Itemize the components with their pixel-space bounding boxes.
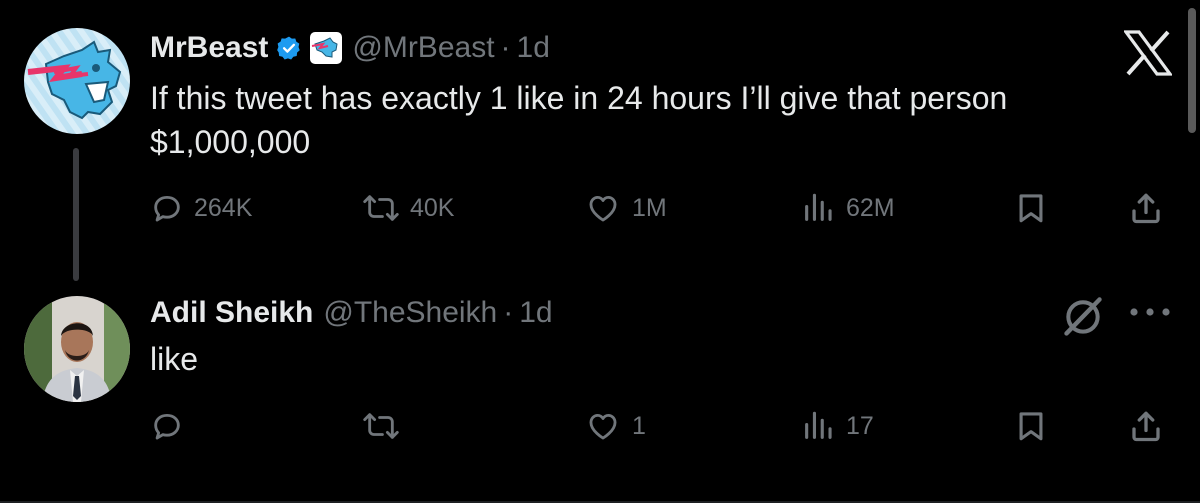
bookmark-button[interactable]	[1014, 406, 1048, 446]
more-icon[interactable]	[1128, 305, 1172, 323]
bookmark-icon	[1019, 194, 1043, 223]
reply-icon	[154, 413, 180, 440]
grok-icon[interactable]	[1061, 294, 1105, 343]
avatar[interactable]	[24, 28, 130, 134]
tweet-timestamp[interactable]: 1d	[517, 31, 550, 65]
reply-icon	[154, 195, 180, 222]
avatar[interactable]	[24, 296, 130, 402]
views-button[interactable]: 62M	[800, 188, 895, 228]
repost-icon	[363, 195, 399, 221]
mrbeast-logo-icon[interactable]	[310, 32, 343, 64]
tweet-text-line: If this tweet has exactly 1 like in 24 h…	[150, 80, 1008, 116]
bookmark-icon	[1019, 412, 1043, 441]
author-name[interactable]: Adil Sheikh	[150, 296, 313, 330]
repost-button[interactable]: 40K	[362, 188, 454, 228]
like-count: 1M	[632, 193, 667, 222]
tweet-header: MrBeast @MrBeast · 1d	[150, 30, 550, 66]
reply-button[interactable]	[150, 406, 194, 446]
separator-dot: ·	[503, 296, 514, 329]
share-button[interactable]	[1128, 406, 1164, 446]
tweet-text: If this tweet has exactly 1 like in 24 h…	[150, 76, 1150, 164]
adil-sheikh-avatar-image	[24, 296, 130, 402]
tweet-header: Adil Sheikh @TheSheikh · 1d	[150, 295, 553, 331]
views-count: 62M	[846, 193, 895, 222]
reply-button[interactable]: 264K	[150, 188, 252, 228]
repost-count: 40K	[410, 193, 455, 222]
like-button[interactable]: 1	[584, 406, 646, 446]
author-handle[interactable]: @TheSheikh	[323, 296, 497, 330]
share-icon	[1132, 193, 1160, 224]
tweet-reply[interactable]: Adil Sheikh @TheSheikh · 1d like 1 17	[0, 275, 1200, 503]
share-button[interactable]	[1128, 188, 1164, 228]
repost-icon	[363, 413, 399, 439]
tweet-timestamp[interactable]: 1d	[519, 296, 552, 330]
views-count: 17	[846, 411, 874, 440]
tweet-text-line: $1,000,000	[150, 124, 311, 160]
views-icon	[805, 411, 832, 439]
tweet-text: like	[150, 341, 199, 377]
author-handle[interactable]: @MrBeast	[352, 31, 494, 65]
separator-dot: ·	[500, 31, 511, 64]
reply-count: 264K	[194, 193, 253, 222]
x-logo-icon	[1122, 30, 1174, 81]
author-name[interactable]: MrBeast	[150, 31, 268, 65]
action-bar: 264K 40K 1M 62M	[150, 188, 1190, 228]
like-icon	[589, 413, 617, 440]
like-icon	[589, 195, 617, 222]
thread-connector-line	[73, 148, 79, 281]
repost-button[interactable]	[362, 406, 410, 446]
verified-badge-icon	[276, 35, 302, 61]
bookmark-button[interactable]	[1014, 188, 1048, 228]
views-icon	[805, 193, 832, 221]
like-count: 1	[632, 411, 646, 440]
share-icon	[1132, 411, 1160, 442]
action-bar: 1 17	[150, 406, 1190, 446]
views-button[interactable]: 17	[800, 406, 874, 446]
like-button[interactable]: 1M	[584, 188, 667, 228]
tweet-mrbeast[interactable]: MrBeast @MrBeast · 1d If this tweet has …	[0, 0, 1200, 281]
mrbeast-avatar-image	[24, 28, 130, 134]
